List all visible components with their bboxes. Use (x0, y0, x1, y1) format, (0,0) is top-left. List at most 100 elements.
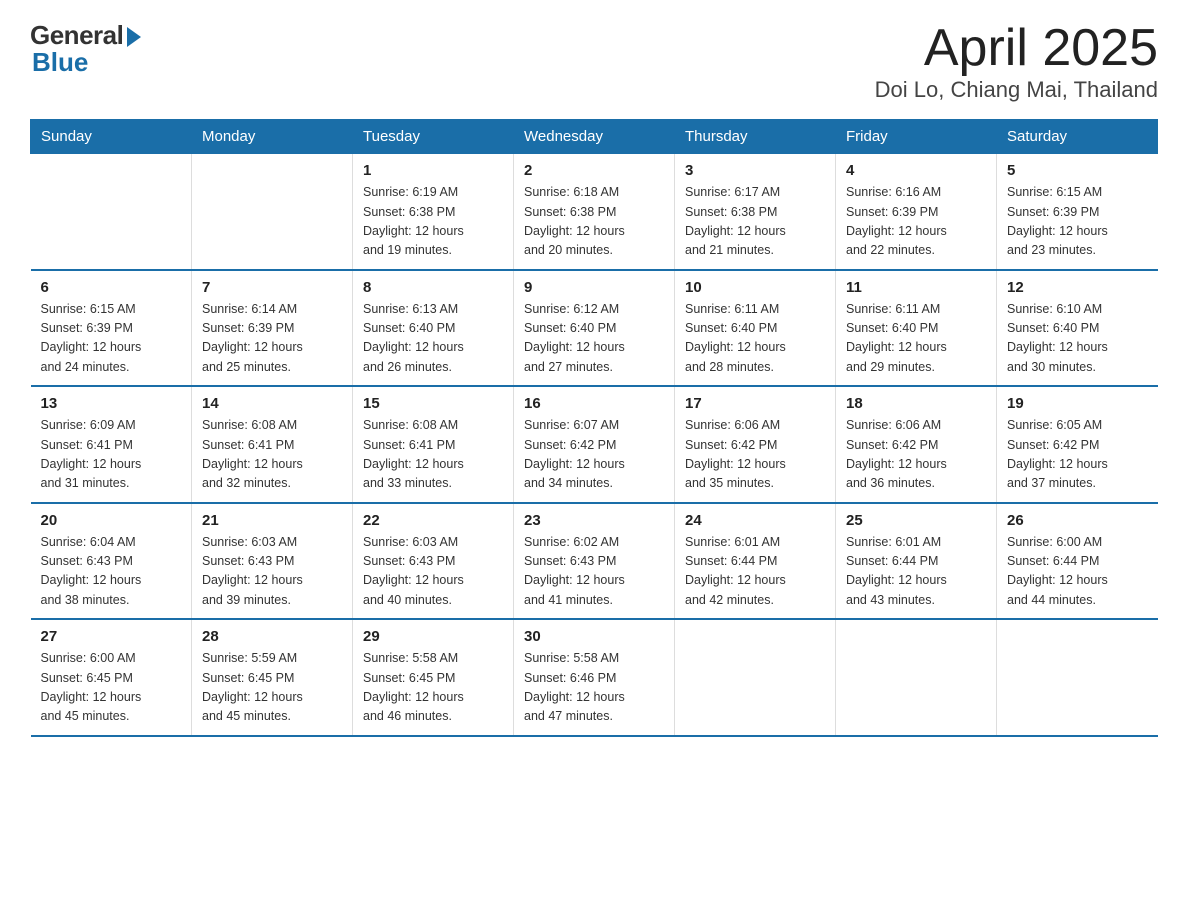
header-sunday: Sunday (31, 120, 192, 154)
header-monday: Monday (192, 120, 353, 154)
day-info: Sunrise: 5:59 AMSunset: 6:45 PMDaylight:… (202, 649, 342, 727)
day-info: Sunrise: 6:19 AMSunset: 6:38 PMDaylight:… (363, 183, 503, 261)
calendar-cell: 28 Sunrise: 5:59 AMSunset: 6:45 PMDayligh… (192, 619, 353, 736)
day-number: 27 (41, 628, 182, 645)
calendar-cell (836, 619, 997, 736)
day-info: Sunrise: 6:12 AMSunset: 6:40 PMDaylight:… (524, 300, 664, 378)
day-info: Sunrise: 6:04 AMSunset: 6:43 PMDaylight:… (41, 533, 182, 611)
day-info: Sunrise: 6:11 AMSunset: 6:40 PMDaylight:… (846, 300, 986, 378)
day-info: Sunrise: 5:58 AMSunset: 6:46 PMDaylight:… (524, 649, 664, 727)
day-info: Sunrise: 6:13 AMSunset: 6:40 PMDaylight:… (363, 300, 503, 378)
day-info: Sunrise: 6:17 AMSunset: 6:38 PMDaylight:… (685, 183, 825, 261)
calendar-week-2: 6 Sunrise: 6:15 AMSunset: 6:39 PMDaylight… (31, 270, 1158, 387)
day-info: Sunrise: 6:15 AMSunset: 6:39 PMDaylight:… (41, 300, 182, 378)
day-number: 19 (1007, 395, 1148, 412)
calendar-cell: 8 Sunrise: 6:13 AMSunset: 6:40 PMDaylight… (353, 270, 514, 387)
day-number: 3 (685, 162, 825, 179)
day-number: 21 (202, 512, 342, 529)
calendar-cell: 30 Sunrise: 5:58 AMSunset: 6:46 PMDayligh… (514, 619, 675, 736)
calendar-cell: 4 Sunrise: 6:16 AMSunset: 6:39 PMDaylight… (836, 154, 997, 270)
day-number: 29 (363, 628, 503, 645)
calendar-week-1: 1Sunrise: 6:19 AMSunset: 6:38 PMDaylight… (31, 154, 1158, 270)
day-info: Sunrise: 6:15 AMSunset: 6:39 PMDaylight:… (1007, 183, 1148, 261)
calendar-cell (192, 154, 353, 270)
calendar-week-5: 27 Sunrise: 6:00 AMSunset: 6:45 PMDayligh… (31, 619, 1158, 736)
day-number: 28 (202, 628, 342, 645)
day-number: 12 (1007, 279, 1148, 296)
day-info: Sunrise: 6:07 AMSunset: 6:42 PMDaylight:… (524, 416, 664, 494)
day-number: 8 (363, 279, 503, 296)
page-header: General Blue April 2025 Doi Lo, Chiang M… (30, 20, 1158, 103)
day-number: 9 (524, 279, 664, 296)
calendar-cell: 1Sunrise: 6:19 AMSunset: 6:38 PMDaylight… (353, 154, 514, 270)
day-number: 11 (846, 279, 986, 296)
day-number: 5 (1007, 162, 1148, 179)
day-info: Sunrise: 6:09 AMSunset: 6:41 PMDaylight:… (41, 416, 182, 494)
logo-arrow-icon (127, 27, 141, 47)
calendar-cell: 27 Sunrise: 6:00 AMSunset: 6:45 PMDayligh… (31, 619, 192, 736)
day-number: 22 (363, 512, 503, 529)
calendar-cell: 14Sunrise: 6:08 AMSunset: 6:41 PMDayligh… (192, 386, 353, 503)
day-number: 26 (1007, 512, 1148, 529)
day-number: 16 (524, 395, 664, 412)
day-info: Sunrise: 6:05 AMSunset: 6:42 PMDaylight:… (1007, 416, 1148, 494)
day-info: Sunrise: 6:03 AMSunset: 6:43 PMDaylight:… (363, 533, 503, 611)
day-info: Sunrise: 6:01 AMSunset: 6:44 PMDaylight:… (685, 533, 825, 611)
day-info: Sunrise: 6:10 AMSunset: 6:40 PMDaylight:… (1007, 300, 1148, 378)
calendar-cell (997, 619, 1158, 736)
calendar-week-4: 20Sunrise: 6:04 AMSunset: 6:43 PMDayligh… (31, 503, 1158, 620)
day-number: 24 (685, 512, 825, 529)
calendar-table: SundayMondayTuesdayWednesdayThursdayFrid… (30, 119, 1158, 737)
calendar-cell: 3 Sunrise: 6:17 AMSunset: 6:38 PMDaylight… (675, 154, 836, 270)
day-info: Sunrise: 6:08 AMSunset: 6:41 PMDaylight:… (363, 416, 503, 494)
calendar-cell: 12 Sunrise: 6:10 AMSunset: 6:40 PMDayligh… (997, 270, 1158, 387)
day-number: 14 (202, 395, 342, 412)
calendar-cell: 10Sunrise: 6:11 AMSunset: 6:40 PMDayligh… (675, 270, 836, 387)
day-number: 6 (41, 279, 182, 296)
calendar-cell: 23 Sunrise: 6:02 AMSunset: 6:43 PMDayligh… (514, 503, 675, 620)
calendar-cell: 13 Sunrise: 6:09 AMSunset: 6:41 PMDayligh… (31, 386, 192, 503)
calendar-cell: 11 Sunrise: 6:11 AMSunset: 6:40 PMDayligh… (836, 270, 997, 387)
day-number: 30 (524, 628, 664, 645)
calendar-cell: 24 Sunrise: 6:01 AMSunset: 6:44 PMDayligh… (675, 503, 836, 620)
day-info: Sunrise: 6:00 AMSunset: 6:44 PMDaylight:… (1007, 533, 1148, 611)
calendar-cell (31, 154, 192, 270)
day-number: 10 (685, 279, 825, 296)
day-info: Sunrise: 6:03 AMSunset: 6:43 PMDaylight:… (202, 533, 342, 611)
calendar-subtitle: Doi Lo, Chiang Mai, Thailand (875, 77, 1158, 103)
day-number: 2 (524, 162, 664, 179)
day-info: Sunrise: 6:01 AMSunset: 6:44 PMDaylight:… (846, 533, 986, 611)
calendar-cell: 17Sunrise: 6:06 AMSunset: 6:42 PMDayligh… (675, 386, 836, 503)
calendar-cell: 5 Sunrise: 6:15 AMSunset: 6:39 PMDaylight… (997, 154, 1158, 270)
day-info: Sunrise: 6:14 AMSunset: 6:39 PMDaylight:… (202, 300, 342, 378)
calendar-week-3: 13 Sunrise: 6:09 AMSunset: 6:41 PMDayligh… (31, 386, 1158, 503)
header-friday: Friday (836, 120, 997, 154)
header-thursday: Thursday (675, 120, 836, 154)
calendar-cell: 18Sunrise: 6:06 AMSunset: 6:42 PMDayligh… (836, 386, 997, 503)
calendar-cell: 16 Sunrise: 6:07 AMSunset: 6:42 PMDayligh… (514, 386, 675, 503)
day-number: 13 (41, 395, 182, 412)
calendar-cell: 22 Sunrise: 6:03 AMSunset: 6:43 PMDayligh… (353, 503, 514, 620)
day-number: 15 (363, 395, 503, 412)
calendar-header-row: SundayMondayTuesdayWednesdayThursdayFrid… (31, 120, 1158, 154)
day-number: 17 (685, 395, 825, 412)
logo: General Blue (30, 20, 141, 78)
calendar-cell: 6 Sunrise: 6:15 AMSunset: 6:39 PMDaylight… (31, 270, 192, 387)
day-info: Sunrise: 6:02 AMSunset: 6:43 PMDaylight:… (524, 533, 664, 611)
calendar-cell: 21 Sunrise: 6:03 AMSunset: 6:43 PMDayligh… (192, 503, 353, 620)
day-number: 18 (846, 395, 986, 412)
day-info: Sunrise: 6:00 AMSunset: 6:45 PMDaylight:… (41, 649, 182, 727)
calendar-cell: 29Sunrise: 5:58 AMSunset: 6:45 PMDayligh… (353, 619, 514, 736)
header-wednesday: Wednesday (514, 120, 675, 154)
calendar-title: April 2025 (875, 20, 1158, 77)
calendar-cell: 9 Sunrise: 6:12 AMSunset: 6:40 PMDaylight… (514, 270, 675, 387)
day-info: Sunrise: 6:16 AMSunset: 6:39 PMDaylight:… (846, 183, 986, 261)
day-number: 4 (846, 162, 986, 179)
header-tuesday: Tuesday (353, 120, 514, 154)
calendar-cell (675, 619, 836, 736)
day-info: Sunrise: 6:18 AMSunset: 6:38 PMDaylight:… (524, 183, 664, 261)
title-area: April 2025 Doi Lo, Chiang Mai, Thailand (875, 20, 1158, 103)
day-number: 23 (524, 512, 664, 529)
calendar-cell: 15 Sunrise: 6:08 AMSunset: 6:41 PMDayligh… (353, 386, 514, 503)
calendar-cell: 26 Sunrise: 6:00 AMSunset: 6:44 PMDayligh… (997, 503, 1158, 620)
